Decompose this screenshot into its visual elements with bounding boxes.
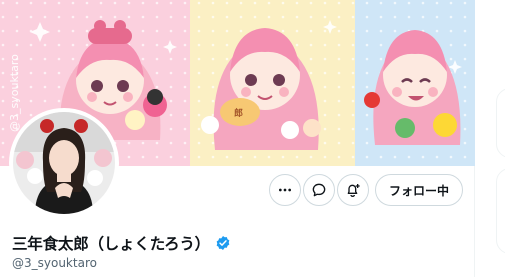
sidebar-card (496, 88, 505, 158)
message-button[interactable] (303, 174, 335, 206)
following-button-label: フォロー中 (388, 183, 449, 198)
verified-badge-icon[interactable] (215, 235, 231, 251)
avatar-photo (13, 112, 115, 214)
sidebar-card (496, 168, 505, 254)
subscribe-notifications-button[interactable] (337, 174, 369, 206)
banner-watermark: @3_syouktaro (8, 54, 21, 132)
message-bubble-icon (312, 183, 326, 197)
profile-handle: @3_syouktaro (12, 256, 97, 270)
following-button[interactable]: フォロー中 (375, 174, 463, 206)
notification-bell-plus-icon (347, 184, 360, 197)
profile-column: 郎 @3_syouktaro フォロー中 三年食太郎（しょくたろう） @3_sy… (0, 0, 475, 277)
bowl-mark: 郎 (234, 107, 243, 119)
profile-name-row: 三年食太郎（しょくたろう） (12, 232, 231, 254)
right-sidebar (476, 0, 505, 277)
display-name: 三年食太郎（しょくたろう） (12, 235, 210, 253)
profile-avatar[interactable] (9, 108, 119, 218)
more-horizontal-icon (279, 188, 291, 192)
more-button[interactable] (269, 174, 301, 206)
